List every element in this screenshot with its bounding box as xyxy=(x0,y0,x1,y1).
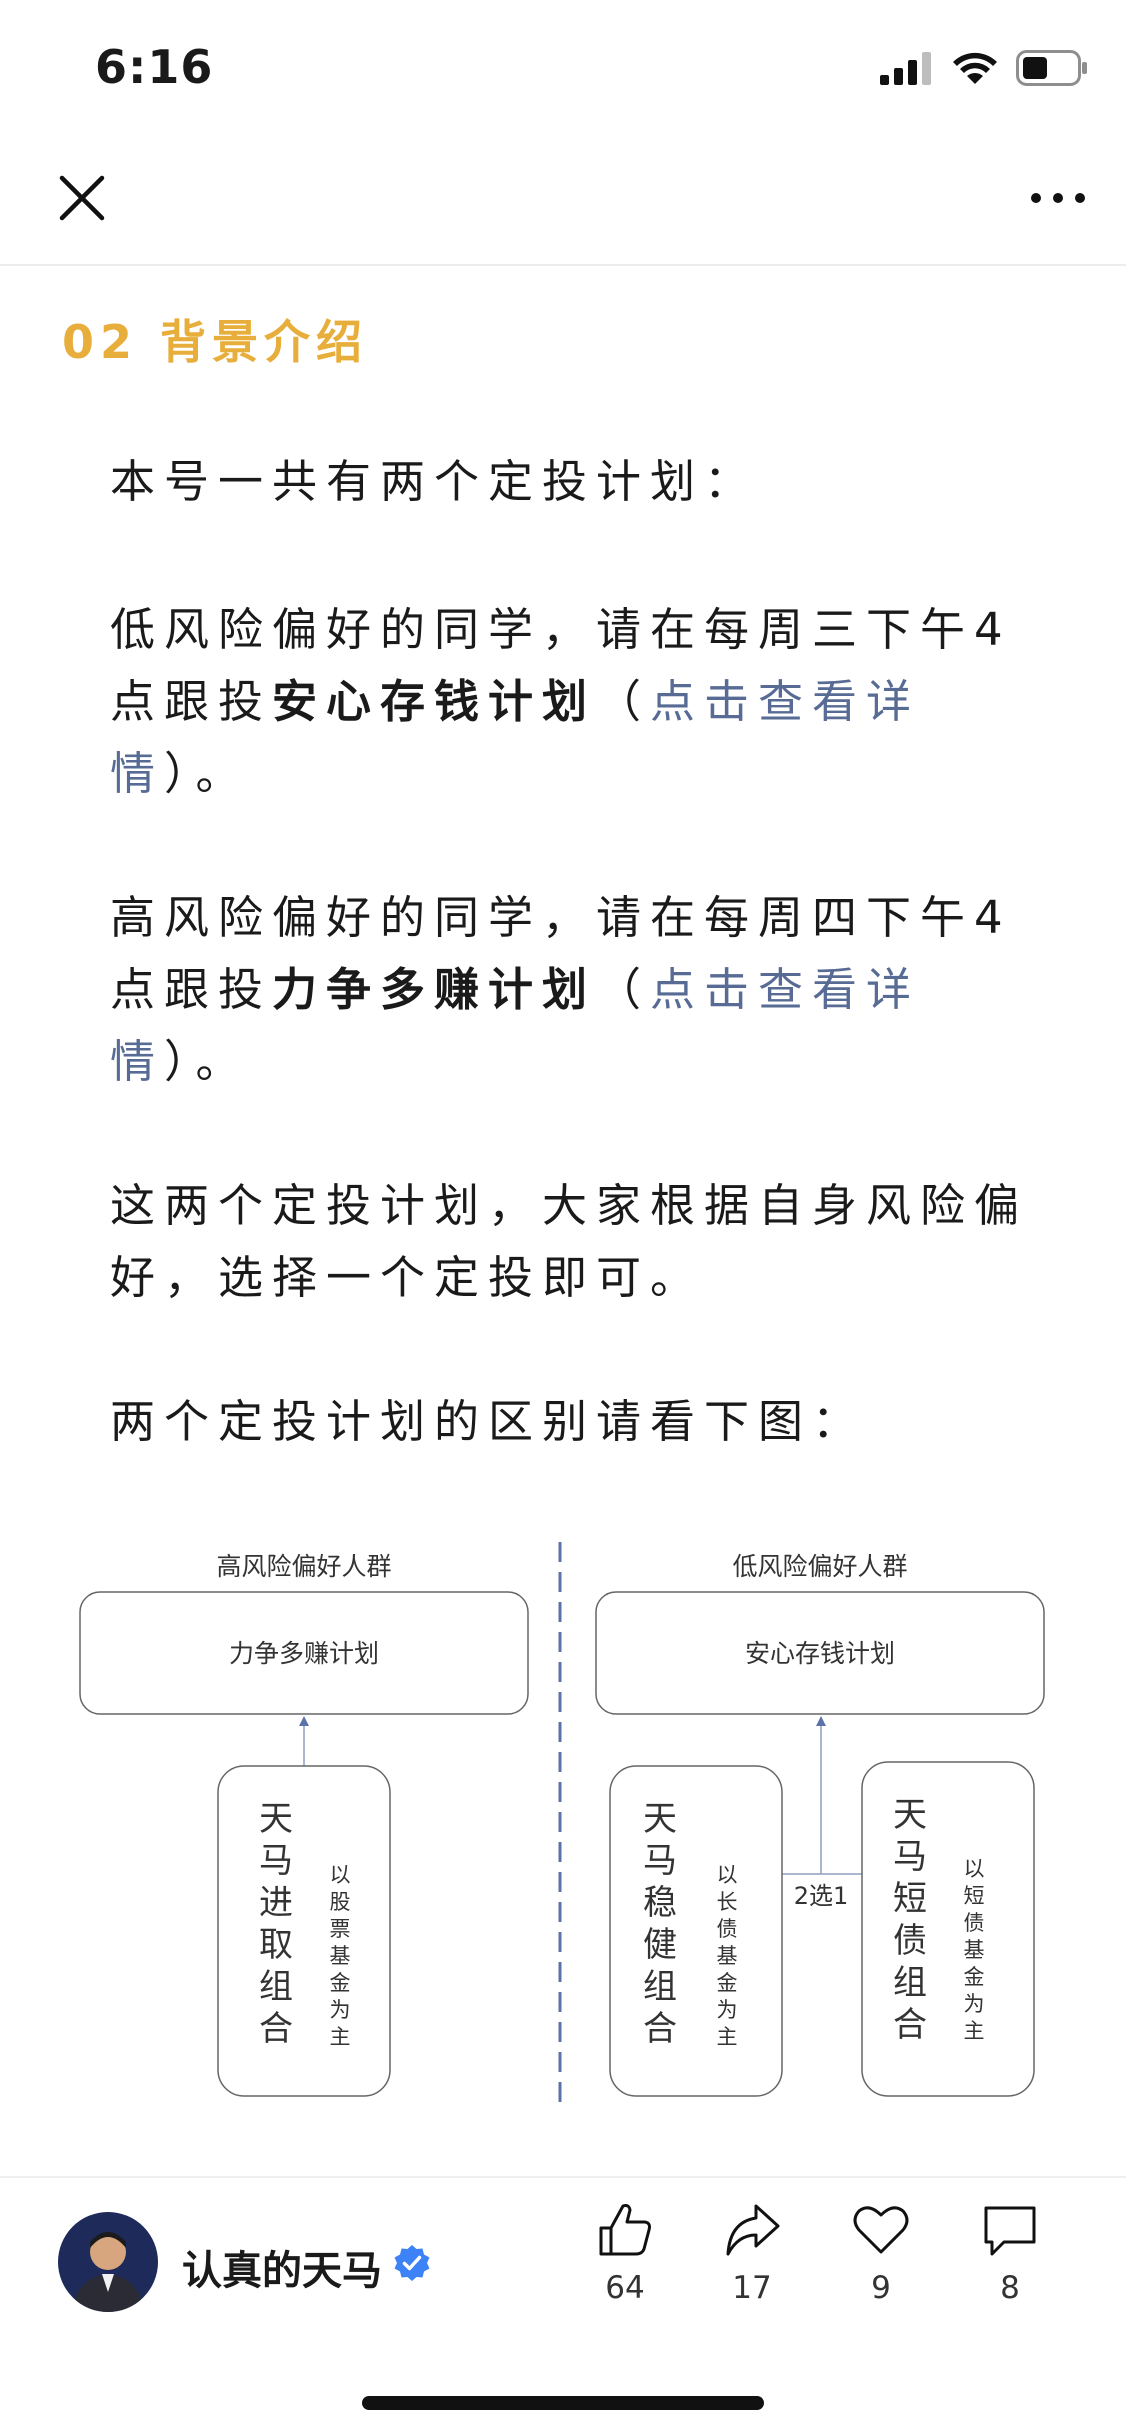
right-portfolio-a-name-char: 稳 xyxy=(643,1883,677,1923)
right-portfolio-b-box xyxy=(861,1761,1035,2097)
share-button[interactable]: 17 xyxy=(707,2200,797,2306)
right-portfolio-b-note-char: 基 xyxy=(964,1938,985,1962)
left-portfolio-name: 天马进取组合 xyxy=(259,1799,293,2049)
comment-button[interactable]: 8 xyxy=(965,2200,1055,2306)
right-portfolio-a-note-char: 长 xyxy=(717,1890,738,1914)
right-portfolio-a-note: 以长债基金为主 xyxy=(717,1863,738,2049)
right-portfolio-a-name-char: 组 xyxy=(643,1967,677,2007)
right-plan-label: 安心存钱计划 xyxy=(745,1639,895,1668)
author-avatar[interactable] xyxy=(58,2212,158,2312)
right-portfolio-b-note-char: 金 xyxy=(964,1965,985,1989)
left-portfolio-note-char: 为 xyxy=(330,1998,351,2022)
plan-diagram: 高风险偏好人群 力争多赚计划 天马进取组合 以股票基金为主 低风险偏好人群 安心… xyxy=(70,1530,1060,2110)
plan-high-paragraph: 高风险偏好的同学，请在每周四下午4点跟投力争多赚计划（点击查看详情）。 xyxy=(110,882,1030,1098)
left-arrow-head xyxy=(299,1716,309,1726)
plan-diagram-svg: 高风险偏好人群 力争多赚计划 天马进取组合 以股票基金为主 低风险偏好人群 安心… xyxy=(79,1542,1045,2105)
close-icon xyxy=(59,175,105,221)
right-portfolio-b-name-char: 债 xyxy=(893,1921,927,1961)
plan-high-paren-close: ）。 xyxy=(164,1035,250,1088)
wifi-icon xyxy=(953,52,997,84)
left-portfolio-note-char: 金 xyxy=(330,1971,351,1995)
like-button[interactable]: 64 xyxy=(580,2200,670,2306)
left-plan-label: 力争多赚计划 xyxy=(229,1639,379,1668)
status-icons xyxy=(880,48,1088,88)
left-portfolio-note-char: 票 xyxy=(330,1917,351,1941)
right-portfolio-a-box xyxy=(609,1765,783,2097)
right-portfolio-a-name-char: 天 xyxy=(643,1799,677,1839)
left-portfolio-note-char: 主 xyxy=(330,2025,351,2049)
status-time: 6:16 xyxy=(95,40,214,94)
right-portfolio-b-name-char: 马 xyxy=(893,1837,927,1877)
right-portfolio-a-name-char: 健 xyxy=(643,1925,677,1965)
right-portfolio-a-name: 天马稳健组合 xyxy=(643,1799,677,2049)
right-portfolio-a-note-char: 主 xyxy=(717,2025,738,2049)
plan-high-paren-open: （ xyxy=(596,963,651,1016)
right-portfolio-b-note-char: 债 xyxy=(964,1911,985,1935)
right-portfolio-b-name-char: 短 xyxy=(893,1879,927,1919)
left-portfolio-note: 以股票基金为主 xyxy=(330,1863,351,2049)
right-arrow-head xyxy=(816,1716,826,1726)
right-portfolio-a-name-char: 马 xyxy=(643,1841,677,1881)
intro-paragraph: 本号一共有两个定投计划： xyxy=(110,455,759,508)
choose-paragraph: 这两个定投计划，大家根据自身风险偏好，选择一个定投即可。 xyxy=(110,1179,1029,1304)
right-portfolio-a-note-char: 债 xyxy=(717,1917,738,1941)
more-button[interactable] xyxy=(1028,186,1088,210)
right-portfolio-a-note-char: 以 xyxy=(717,1863,738,1887)
right-portfolio-b-name: 天马短债组合 xyxy=(893,1795,927,2045)
right-portfolio-b-name-char: 组 xyxy=(893,1963,927,2003)
left-portfolio-name-char: 进 xyxy=(259,1883,293,1923)
battery-icon xyxy=(1016,50,1087,86)
plan-low-paren-open: （ xyxy=(596,675,651,728)
author-name[interactable]: 认真的天马 xyxy=(182,2238,382,2296)
right-portfolio-b-note-char: 以 xyxy=(964,1857,985,1881)
signal-icon xyxy=(880,52,931,85)
difference-paragraph: 两个定投计划的区别请看下图： xyxy=(110,1395,867,1448)
verified-badge-icon xyxy=(394,2245,430,2281)
more-icon xyxy=(1031,193,1085,203)
nav-divider xyxy=(0,264,1126,266)
left-portfolio-name-char: 马 xyxy=(259,1841,293,1881)
right-portfolio-b-note-char: 主 xyxy=(964,2019,985,2043)
favorite-count: 9 xyxy=(871,2270,891,2306)
comment-count: 8 xyxy=(1000,2270,1020,2306)
share-count: 17 xyxy=(732,2270,772,2306)
right-portfolio-b-note-char: 为 xyxy=(964,1992,985,2016)
share-icon xyxy=(726,2204,780,2256)
right-portfolio-a-note-char: 为 xyxy=(717,1998,738,2022)
right-portfolio-b-note: 以短债基金为主 xyxy=(964,1857,985,2043)
right-portfolio-a-note-char: 基 xyxy=(717,1944,738,1968)
plan-low-name: 安心存钱计划 xyxy=(272,675,597,728)
section-title: 背景介绍 xyxy=(160,315,369,369)
plan-low-paragraph: 低风险偏好的同学，请在每周三下午4点跟投安心存钱计划（点击查看详情）。 xyxy=(110,594,1030,810)
left-heading: 高风险偏好人群 xyxy=(216,1552,391,1581)
left-portfolio-note-char: 基 xyxy=(330,1944,351,1968)
left-portfolio-note-char: 股 xyxy=(330,1890,351,1914)
left-portfolio-note-char: 以 xyxy=(330,1863,351,1887)
right-portfolio-b-name-char: 合 xyxy=(893,2005,927,2045)
right-portfolio-a-name-char: 合 xyxy=(643,2009,677,2049)
home-indicator[interactable] xyxy=(362,2396,764,2410)
left-portfolio-box xyxy=(217,1765,391,2097)
like-count: 64 xyxy=(605,2270,645,2306)
right-portfolio-a-note-char: 金 xyxy=(717,1971,738,1995)
left-portfolio-name-char: 合 xyxy=(259,2009,293,2049)
close-button[interactable] xyxy=(52,168,112,228)
section-number: 02 xyxy=(62,315,139,369)
avatar-image xyxy=(58,2212,158,2312)
bottom-divider xyxy=(0,2176,1126,2178)
left-portfolio-name-char: 组 xyxy=(259,1967,293,2007)
thumbs-up-icon xyxy=(599,2204,651,2256)
right-heading: 低风险偏好人群 xyxy=(732,1552,907,1581)
plan-high-name: 力争多赚计划 xyxy=(272,963,597,1016)
heart-icon xyxy=(853,2206,909,2254)
comment-icon xyxy=(984,2206,1036,2256)
favorite-button[interactable]: 9 xyxy=(836,2200,926,2306)
choice-label: 2选1 xyxy=(794,1882,849,1910)
left-portfolio-name-char: 天 xyxy=(259,1799,293,1839)
plan-low-paren-close: ）。 xyxy=(164,747,250,800)
right-portfolio-b-name-char: 天 xyxy=(893,1795,927,1835)
section-heading: 02 背景介绍 xyxy=(62,306,368,372)
left-portfolio-name-char: 取 xyxy=(259,1925,293,1965)
right-portfolio-b-note-char: 短 xyxy=(964,1884,985,1908)
